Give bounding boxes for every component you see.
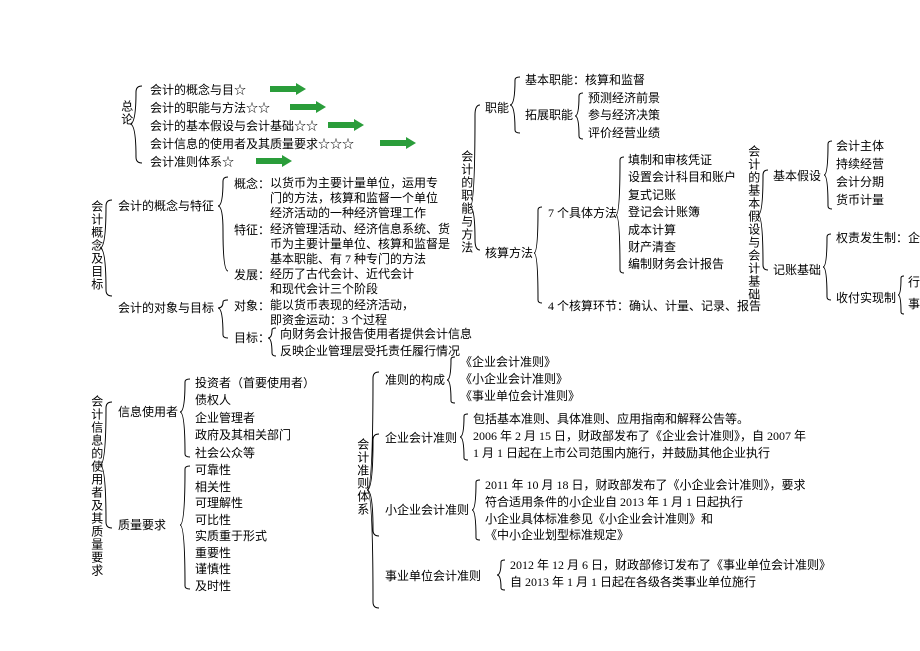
s2-c2: 会计的对象与目标	[118, 300, 214, 317]
s3-p1: 职能	[485, 100, 509, 117]
s2-c2-k1t: 能以货币表现的经济活动，即资金运动：3 个过程	[270, 298, 414, 328]
s2-c1: 会计的概念与特征	[118, 198, 214, 215]
s6-dl: 事业单位会计准则	[385, 568, 481, 585]
s2-c1-k1t: 以货币为主要计量单位，运用专门的方法，核算和监督一个单位经济活动的一种经济管理工…	[270, 176, 438, 221]
sec2-title: 会计概念及目标	[88, 200, 105, 291]
sec1-title: 总论	[118, 100, 135, 126]
s3-p2-b: 4 个核算环节：确认、计量、记录、报告	[548, 298, 761, 315]
sec5-title: 会计信息的使用者及其质量要求	[88, 395, 105, 577]
sec4-title: 会计的基本假设与会计基础	[745, 145, 762, 301]
s2-c1-k3t: 经历了古代会计、近代会计和现代会计三个阶段	[270, 267, 414, 297]
s6-di: 2012 年 12 月 6 日，财政部修订发布了《事业单位会计准则》自 2013…	[510, 557, 831, 591]
arrow-icon	[254, 155, 294, 167]
s5-ul: 信息使用者	[118, 404, 178, 421]
sec3-title: 会计的职能与方法	[458, 150, 475, 254]
s3-p2-ai: 填制和审核凭证设置会计科目和账户复式记账登记会计账簿成本计算财产清查编制财务会计…	[628, 152, 736, 274]
s1-i0: 会计的概念与目☆	[150, 82, 246, 99]
s2-c1-k2l: 特征：	[234, 222, 270, 239]
s2-c2-k1l: 对象：	[234, 298, 270, 315]
s1-i2: 会计的基本假设与会计基础☆☆	[150, 118, 318, 135]
s3-p2: 核算方法	[485, 245, 533, 262]
s2-c2-k2t: 向财务会计报告使用者提供会计信息反映企业管理层受托责任履行情况	[280, 326, 472, 360]
s4-byi: 行政单位事业单位的非盈利性业务	[908, 272, 920, 315]
s6-ci: 2011 年 10 月 18 日，财政部发布了《小企业会计准则》，要求符合适用条…	[485, 477, 806, 544]
s1-i4: 会计准则体系☆	[150, 154, 234, 171]
s4-ai: 会计主体持续经营会计分期货币计量	[836, 137, 884, 209]
s2-c1-k2t: 经济管理活动、经济信息系统、货币为主要计量单位、核算和监督是基本职能、有 7 种…	[270, 222, 450, 267]
s3-p1-bi: 预测经济前景参与经济决策评价经营业绩	[588, 90, 660, 142]
arrow-icon	[326, 119, 366, 131]
s5-ql: 质量要求	[118, 517, 166, 534]
s5-qi: 可靠性相关性可理解性可比性实质重于形式重要性谨慎性及时性	[195, 462, 267, 594]
s3-p2-al: 7 个具体方法	[548, 205, 617, 222]
s6-cl: 小企业会计准则	[385, 502, 469, 519]
s1-i1: 会计的职能与方法☆☆	[150, 100, 270, 117]
arrow-icon	[288, 101, 328, 113]
s6-bi: 包括基本准则、具体准则、应用指南和解释公告等。2006 年 2 月 15 日，财…	[473, 411, 806, 461]
s6-ai: 《企业会计准则》《小企业会计准则》《事业单位会计准则》	[460, 354, 580, 404]
s2-c2-k2l: 目标：	[234, 330, 270, 347]
s3-p1-bl: 拓展职能	[525, 107, 573, 124]
s4-al: 基本假设	[773, 168, 821, 185]
s4-bx: 权责发生制：企业用	[836, 230, 920, 247]
arrow-icon	[268, 83, 308, 95]
s2-c1-k3l: 发展：	[234, 267, 270, 284]
s4-byl: 收付实现制	[836, 290, 896, 307]
s2-c1-k1l: 概念：	[234, 176, 270, 193]
s4-bl: 记账基础	[773, 262, 821, 279]
s6-bl: 企业会计准则	[385, 430, 457, 447]
arrow-icon	[378, 137, 418, 149]
s5-ui: 投资者（首要使用者）债权人企业管理者政府及其相关部门社会公众等	[195, 375, 315, 462]
sec6-title: 会计准则体系	[354, 438, 371, 516]
s1-i3: 会计信息的使用者及其质量要求☆☆☆	[150, 136, 354, 153]
s6-al: 准则的构成	[385, 372, 445, 389]
s3-p1-al: 基本职能：核算和监督	[525, 72, 645, 89]
